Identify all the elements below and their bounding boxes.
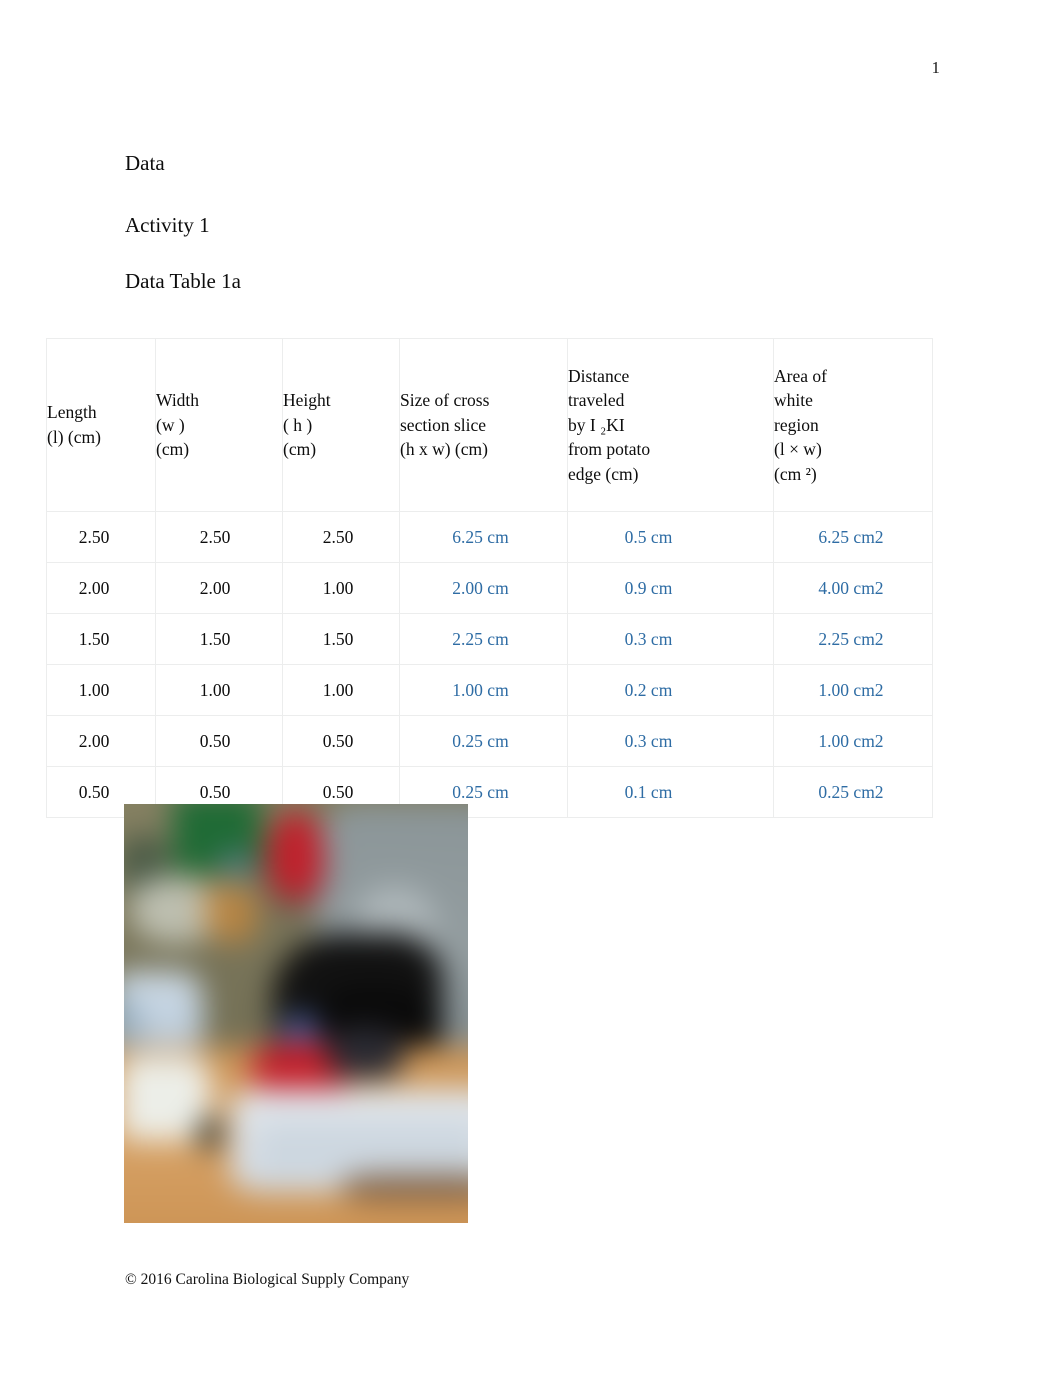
- cell-cross-section[interactable]: 2.25 cm: [399, 613, 568, 666]
- experiment-photo: [124, 804, 468, 1223]
- cell-width: 1.50: [155, 613, 283, 666]
- cell-area[interactable]: 1.00 cm2: [773, 715, 933, 768]
- cell-distance[interactable]: 0.3 cm: [567, 613, 774, 666]
- column-header-area-white-region: Area of white region (l × w) (cm ²): [773, 337, 933, 513]
- cell-area[interactable]: 1.00 cm2: [773, 664, 933, 717]
- cell-length: 2.00: [46, 715, 156, 768]
- cell-height: 0.50: [282, 715, 400, 768]
- cell-distance[interactable]: 0.3 cm: [567, 715, 774, 768]
- header-line: region: [774, 414, 819, 435]
- photo-region-light-gray: [130, 877, 216, 944]
- photo-region-orange-item: [203, 882, 258, 944]
- header-line: Length: [47, 402, 97, 423]
- header-line: (l × w): [774, 439, 822, 460]
- cell-length: 1.00: [46, 664, 156, 717]
- heading-activity: Activity 1: [125, 213, 210, 237]
- table-header: Length (l) (cm) Width (w ) (cm) Height (…: [46, 337, 933, 513]
- table-row: 2.50 2.50 2.50 6.25 cm 0.5 cm 6.25 cm2: [46, 511, 933, 564]
- header-line: (cm): [156, 439, 190, 460]
- cell-distance[interactable]: 0.9 cm: [567, 562, 774, 615]
- cell-width: 2.50: [155, 511, 283, 564]
- header-line: white: [774, 390, 813, 411]
- table-body: 2.50 2.50 2.50 6.25 cm 0.5 cm 6.25 cm2 2…: [46, 511, 933, 819]
- cell-cross-section[interactable]: 6.25 cm: [399, 511, 568, 564]
- photo-region-red-poster: [269, 811, 323, 897]
- header-line: (w ): [156, 414, 185, 435]
- cell-area[interactable]: 6.25 cm2: [773, 511, 933, 564]
- header-line: (cm): [283, 439, 317, 460]
- cell-area[interactable]: 0.25 cm2: [773, 766, 933, 819]
- column-header-height: Height ( h ) (cm): [282, 337, 400, 513]
- header-line: Size of cross: [400, 390, 490, 411]
- header-line: (cm ²): [774, 463, 817, 484]
- header-line: section slice: [400, 414, 487, 435]
- cell-width: 2.00: [155, 562, 283, 615]
- table-header-row: Length (l) (cm) Width (w ) (cm) Height (…: [46, 337, 933, 513]
- cell-length: 1.50: [46, 613, 156, 666]
- table-row: 1.50 1.50 1.50 2.25 cm 0.3 cm 2.25 cm2: [46, 613, 933, 666]
- data-table-1a-container: Length (l) (cm) Width (w ) (cm) Height (…: [46, 337, 933, 819]
- column-header-width: Width (w ) (cm): [155, 337, 283, 513]
- page-number: 1: [931, 58, 941, 77]
- photo-region-small-dark: [195, 1116, 223, 1150]
- column-header-distance-traveled: Distance traveled by I ₂KI from potato e…: [567, 337, 774, 513]
- header-line: from potato: [568, 439, 651, 460]
- photo-region-shadow: [342, 1173, 468, 1202]
- cell-length: 2.50: [46, 511, 156, 564]
- cell-width: 1.00: [155, 664, 283, 717]
- table-row: 1.00 1.00 1.00 1.00 cm 0.2 cm 1.00 cm2: [46, 664, 933, 717]
- cell-height: 1.00: [282, 664, 400, 717]
- document-page: 1 Data Activity 1 Data Table 1a Length (…: [0, 0, 1062, 1376]
- header-line: Area of: [774, 365, 827, 386]
- cell-height: 1.50: [282, 613, 400, 666]
- cell-area[interactable]: 4.00 cm2: [773, 562, 933, 615]
- header-line: Width: [156, 390, 200, 411]
- header-line: (l) (cm): [47, 427, 101, 448]
- photo-region-dark-object: [326, 1027, 404, 1080]
- cell-cross-section[interactable]: 1.00 cm: [399, 664, 568, 717]
- cell-cross-section[interactable]: 0.25 cm: [399, 715, 568, 768]
- header-line: by I ₂KI: [568, 414, 625, 435]
- header-line: ( h ): [283, 414, 313, 435]
- cell-length: 2.00: [46, 562, 156, 615]
- photo-content: [124, 804, 468, 1223]
- header-line: Distance: [568, 365, 630, 386]
- header-line: Height: [283, 390, 331, 411]
- cell-area[interactable]: 2.25 cm2: [773, 613, 933, 666]
- cell-cross-section[interactable]: 2.00 cm: [399, 562, 568, 615]
- heading-data-table-1a: Data Table 1a: [125, 269, 241, 293]
- column-header-cross-section-size: Size of cross section slice (h x w) (cm): [399, 337, 568, 513]
- cell-width: 0.50: [155, 715, 283, 768]
- table-row: 2.00 2.00 1.00 2.00 cm 0.9 cm 4.00 cm2: [46, 562, 933, 615]
- cell-height: 1.00: [282, 562, 400, 615]
- table-row: 2.00 0.50 0.50 0.25 cm 0.3 cm 1.00 cm2: [46, 715, 933, 768]
- cell-distance[interactable]: 0.1 cm: [567, 766, 774, 819]
- cell-height: 2.50: [282, 511, 400, 564]
- header-line: edge (cm): [568, 463, 639, 484]
- header-line: traveled: [568, 390, 625, 411]
- cell-distance[interactable]: 0.2 cm: [567, 664, 774, 717]
- cell-distance[interactable]: 0.5 cm: [567, 511, 774, 564]
- heading-data: Data: [125, 151, 165, 175]
- copyright-footer: © 2016 Carolina Biological Supply Compan…: [125, 1271, 410, 1288]
- header-line: (h x w) (cm): [400, 439, 488, 460]
- column-header-length: Length (l) (cm): [46, 337, 156, 513]
- data-table-1a: Length (l) (cm) Width (w ) (cm) Height (…: [46, 337, 933, 819]
